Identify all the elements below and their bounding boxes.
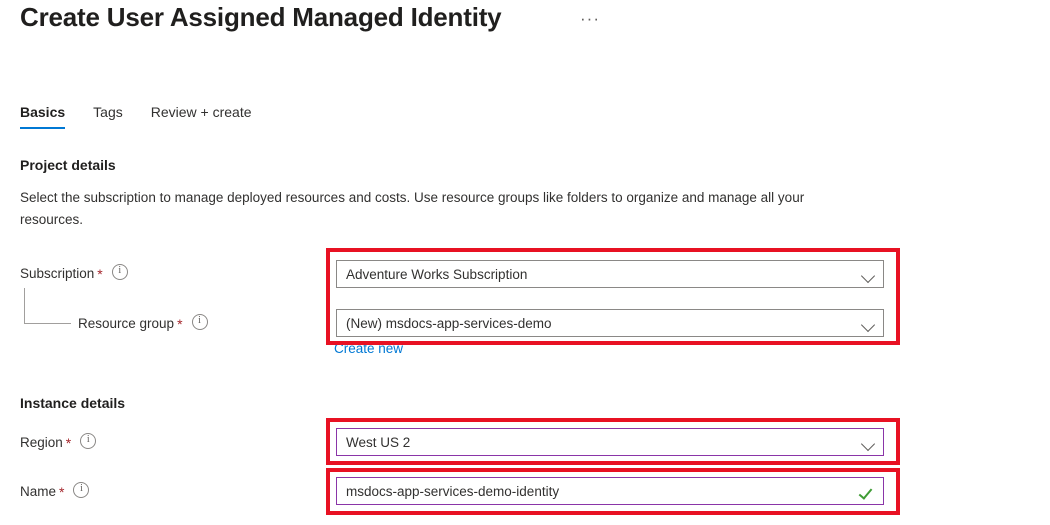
- chevron-down-icon[interactable]: [855, 261, 883, 287]
- required-asterisk: *: [97, 266, 102, 282]
- more-options-icon[interactable]: ···: [578, 8, 602, 30]
- region-dropdown[interactable]: West US 2: [336, 428, 884, 456]
- tab-review-create[interactable]: Review + create: [151, 104, 252, 129]
- region-label-text: Region: [20, 435, 63, 450]
- project-details-description: Select the subscription to manage deploy…: [20, 187, 850, 231]
- project-details-heading: Project details: [20, 157, 116, 173]
- info-icon[interactable]: [73, 482, 89, 498]
- name-label: Name*: [20, 482, 89, 500]
- chevron-down-icon[interactable]: [855, 429, 883, 455]
- required-asterisk: *: [66, 435, 71, 451]
- region-label: Region*: [20, 433, 96, 451]
- resource-group-value: (New) msdocs-app-services-demo: [337, 316, 855, 331]
- valid-check-icon: [853, 478, 883, 504]
- tab-bar: Basics Tags Review + create: [20, 104, 280, 129]
- subscription-label: Subscription*: [20, 264, 128, 282]
- tree-connector: [24, 288, 71, 324]
- required-asterisk: *: [177, 316, 182, 332]
- name-input[interactable]: msdocs-app-services-demo-identity: [336, 477, 884, 505]
- name-label-text: Name: [20, 484, 56, 499]
- tab-tags[interactable]: Tags: [93, 104, 123, 129]
- subscription-value: Adventure Works Subscription: [337, 267, 855, 282]
- chevron-down-icon[interactable]: [855, 310, 883, 336]
- name-value: msdocs-app-services-demo-identity: [337, 484, 853, 499]
- tab-basics[interactable]: Basics: [20, 104, 65, 129]
- subscription-dropdown[interactable]: Adventure Works Subscription: [336, 260, 884, 288]
- info-icon[interactable]: [80, 433, 96, 449]
- create-new-resource-group-link[interactable]: Create new: [334, 341, 403, 356]
- info-icon[interactable]: [192, 314, 208, 330]
- resource-group-label-text: Resource group: [78, 316, 174, 331]
- resource-group-label: Resource group*: [78, 314, 208, 332]
- info-icon[interactable]: [112, 264, 128, 280]
- instance-details-heading: Instance details: [20, 395, 125, 411]
- required-asterisk: *: [59, 484, 64, 500]
- region-value: West US 2: [337, 435, 855, 450]
- page-title: Create User Assigned Managed Identity: [20, 2, 501, 33]
- resource-group-dropdown[interactable]: (New) msdocs-app-services-demo: [336, 309, 884, 337]
- subscription-label-text: Subscription: [20, 266, 94, 281]
